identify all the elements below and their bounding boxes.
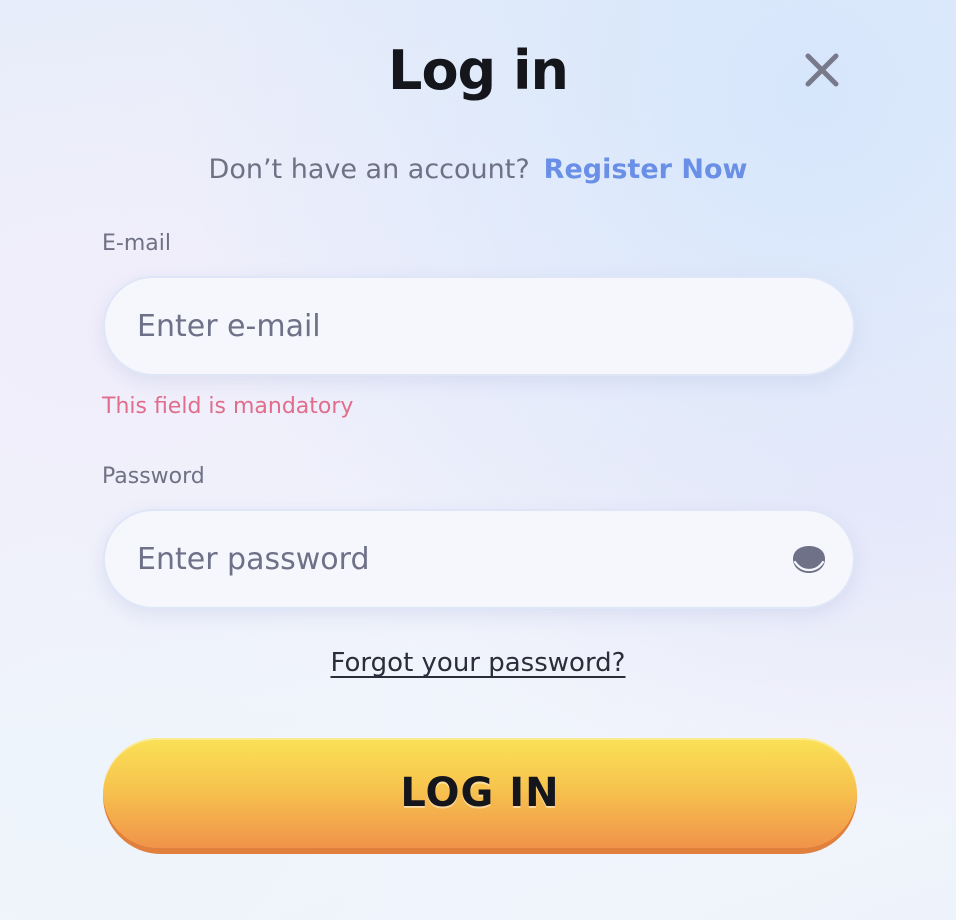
- email-field[interactable]: [137, 278, 777, 374]
- password-field[interactable]: [137, 511, 777, 607]
- login-button-face: LOG IN: [103, 738, 857, 848]
- register-prompt-row: Don’t have an account? Register Now: [0, 150, 956, 190]
- password-visibility-toggle[interactable]: [791, 545, 827, 575]
- eye-icon: [793, 546, 825, 573]
- register-prompt-text: Don’t have an account?: [208, 154, 530, 185]
- close-icon: [805, 53, 839, 87]
- email-label: E-mail: [102, 231, 171, 256]
- forgot-password-link[interactable]: Forgot your password?: [330, 648, 625, 678]
- password-label: Password: [102, 464, 205, 489]
- login-button[interactable]: LOG IN: [103, 738, 857, 854]
- login-button-label: LOG IN: [400, 770, 560, 816]
- login-modal: Log in Don’t have an account? Register No…: [0, 0, 956, 920]
- register-now-link[interactable]: Register Now: [544, 154, 748, 185]
- email-error-message: This field is mandatory: [102, 394, 354, 419]
- password-field-container: [103, 509, 855, 609]
- forgot-password-row: Forgot your password?: [0, 646, 956, 680]
- close-button[interactable]: [800, 48, 844, 92]
- email-field-container: [103, 276, 855, 376]
